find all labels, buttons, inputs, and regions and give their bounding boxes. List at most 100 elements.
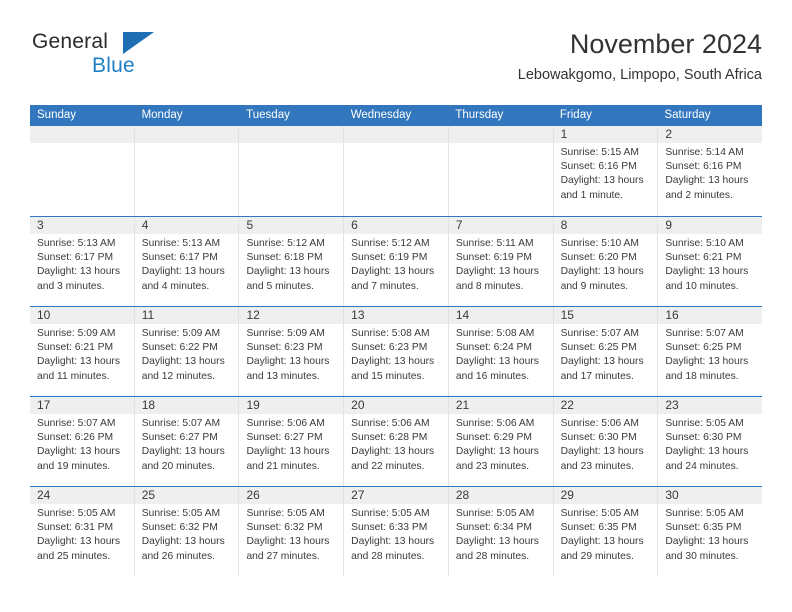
day-number-band	[134, 126, 239, 143]
sun-info-line: Sunrise: 5:07 AM	[665, 328, 744, 339]
sun-info-line: and 24 minutes.	[665, 460, 739, 472]
sun-info-block: Sunrise: 5:07 AM Sunset: 6:27 PM Daylight:…	[135, 414, 239, 474]
calendar-day-cell[interactable]: 27 Sunrise: 5:05 AM Sunset: 6:33 PM Dayligh…	[343, 487, 448, 576]
calendar-day-cell[interactable]: 28 Sunrise: 5:05 AM Sunset: 6:34 PM Dayligh…	[447, 487, 553, 576]
day-number-band: 29	[553, 487, 658, 504]
day-number: 25	[141, 488, 156, 502]
sun-info-line: Sunrise: 5:09 AM	[141, 328, 221, 339]
sun-info-block: Sunrise: 5:11 AM Sunset: 6:19 PM Daylight:…	[449, 234, 553, 294]
sun-info-block: Sunrise: 5:12 AM Sunset: 6:18 PM Daylight:…	[239, 234, 343, 294]
sun-info-line: and 30 minutes.	[665, 550, 739, 562]
calendar-day-cell[interactable]: 3 Sunrise: 5:13 AM Sunset: 6:17 PM Daylight…	[30, 217, 134, 306]
sun-info-block: Sunrise: 5:10 AM Sunset: 6:20 PM Daylight:…	[554, 234, 658, 294]
calendar-day-cell[interactable]: 9 Sunrise: 5:10 AM Sunset: 6:21 PM Daylight…	[657, 217, 763, 306]
sun-info-line: Daylight: 13 hours	[37, 266, 120, 278]
calendar-day-cell[interactable]: 26 Sunrise: 5:05 AM Sunset: 6:32 PM Dayligh…	[238, 487, 344, 576]
sun-info-block: Sunrise: 5:08 AM Sunset: 6:24 PM Daylight:…	[449, 324, 553, 384]
calendar-day-cell[interactable]: 21 Sunrise: 5:06 AM Sunset: 6:29 PM Dayligh…	[447, 397, 553, 486]
sun-info-line: Sunrise: 5:06 AM	[246, 418, 325, 429]
sun-info-line: Sunrise: 5:05 AM	[665, 508, 744, 519]
day-number-band: 21	[448, 397, 553, 414]
sun-info-block: Sunrise: 5:07 AM Sunset: 6:26 PM Daylight:…	[30, 414, 134, 474]
sun-info-block: Sunrise: 5:05 AM Sunset: 6:35 PM Daylight:…	[554, 504, 658, 564]
sun-info-line: and 20 minutes.	[141, 460, 215, 472]
sun-info-line: Sunset: 6:35 PM	[665, 522, 742, 534]
calendar-day-cell[interactable]: 23 Sunrise: 5:05 AM Sunset: 6:30 PM Dayligh…	[657, 397, 763, 486]
sun-info-line: Sunset: 6:27 PM	[141, 432, 218, 444]
sun-info-line: and 23 minutes.	[560, 460, 634, 472]
calendar-day-cell[interactable]: 13 Sunrise: 5:08 AM Sunset: 6:23 PM Dayligh…	[343, 307, 448, 396]
calendar-day-cell[interactable]: 14 Sunrise: 5:08 AM Sunset: 6:24 PM Dayligh…	[447, 307, 553, 396]
calendar-day-cell[interactable]: 7 Sunrise: 5:11 AM Sunset: 6:19 PM Daylight…	[447, 217, 553, 306]
calendar-day-cell[interactable]: 1 Sunrise: 5:15 AM Sunset: 6:16 PM Daylight…	[552, 126, 658, 216]
day-number-band: 13	[344, 307, 448, 324]
sun-info-line: Daylight: 13 hours	[560, 446, 644, 458]
sun-info-line: and 10 minutes.	[665, 280, 739, 292]
sun-info-line: Sunset: 6:32 PM	[246, 522, 323, 534]
calendar-day-cell[interactable]: 12 Sunrise: 5:09 AM Sunset: 6:23 PM Dayligh…	[238, 307, 344, 396]
calendar-day-cell[interactable]: 6 Sunrise: 5:12 AM Sunset: 6:19 PM Daylight…	[343, 217, 448, 306]
calendar-day-cell[interactable]: 8 Sunrise: 5:10 AM Sunset: 6:20 PM Daylight…	[552, 217, 658, 306]
calendar-day-cell[interactable]: 11 Sunrise: 5:09 AM Sunset: 6:22 PM Dayligh…	[133, 307, 239, 396]
day-number-band: 5	[239, 217, 344, 234]
sun-info-block: Sunrise: 5:05 AM Sunset: 6:32 PM Daylight:…	[239, 504, 343, 564]
sun-info-line: Sunset: 6:18 PM	[246, 252, 323, 264]
sun-info-line: Daylight: 13 hours	[351, 266, 435, 278]
sun-info-line: Sunrise: 5:07 AM	[560, 328, 640, 339]
calendar-day-cell[interactable]: 5 Sunrise: 5:12 AM Sunset: 6:18 PM Daylight…	[238, 217, 344, 306]
day-number-band: 10	[30, 307, 134, 324]
calendar-day-cell[interactable]: 24 Sunrise: 5:05 AM Sunset: 6:31 PM Dayligh…	[30, 487, 134, 576]
calendar-day-cell[interactable]: 10 Sunrise: 5:09 AM Sunset: 6:21 PM Dayligh…	[30, 307, 134, 396]
day-number-band	[239, 126, 344, 143]
sun-info-line: Daylight: 13 hours	[560, 536, 644, 548]
sun-info-line: and 18 minutes.	[665, 370, 739, 382]
sun-info-line: Daylight: 13 hours	[560, 266, 644, 278]
calendar-day-cell[interactable]: 25 Sunrise: 5:05 AM Sunset: 6:32 PM Dayligh…	[133, 487, 239, 576]
sun-info-line: Sunrise: 5:12 AM	[246, 238, 325, 249]
day-number-band: 18	[134, 397, 239, 414]
day-number-band: 3	[30, 217, 134, 234]
sun-info-line: Sunset: 6:29 PM	[455, 432, 533, 444]
day-number: 20	[351, 398, 365, 412]
day-number: 3	[37, 218, 44, 232]
sun-info-line: Sunset: 6:20 PM	[560, 252, 637, 264]
sun-info-line: Daylight: 13 hours	[141, 266, 225, 278]
sun-info-line: and 8 minutes.	[455, 280, 524, 292]
calendar-day-cell[interactable]: 29 Sunrise: 5:05 AM Sunset: 6:35 PM Dayligh…	[552, 487, 658, 576]
sun-info-block: Sunrise: 5:09 AM Sunset: 6:22 PM Daylight:…	[135, 324, 239, 384]
calendar-day-cell[interactable]: 30 Sunrise: 5:05 AM Sunset: 6:35 PM Dayligh…	[657, 487, 763, 576]
sun-info-line: and 16 minutes.	[455, 370, 530, 382]
sun-info-block: Sunrise: 5:09 AM Sunset: 6:23 PM Daylight:…	[239, 324, 343, 384]
brand-logo[interactable]: General Blue	[30, 28, 230, 84]
calendar-day-cell[interactable]: 22 Sunrise: 5:06 AM Sunset: 6:30 PM Dayligh…	[552, 397, 658, 486]
sun-info-line: Sunset: 6:35 PM	[560, 522, 637, 534]
calendar-day-cell[interactable]: 17 Sunrise: 5:07 AM Sunset: 6:26 PM Dayligh…	[30, 397, 134, 486]
weekday-header-monday: Monday	[141, 109, 183, 121]
day-number: 15	[560, 308, 574, 322]
sun-info-line: Sunset: 6:30 PM	[560, 432, 637, 444]
day-number-band: 4	[134, 217, 239, 234]
sun-info-line: Sunset: 6:25 PM	[560, 342, 637, 354]
day-number: 7	[455, 218, 463, 232]
calendar-day-cell[interactable]: 15 Sunrise: 5:07 AM Sunset: 6:25 PM Dayligh…	[552, 307, 658, 396]
sun-info-line: Daylight: 13 hours	[351, 446, 435, 458]
calendar-day-cell[interactable]: 18 Sunrise: 5:07 AM Sunset: 6:27 PM Dayligh…	[133, 397, 239, 486]
calendar-day-cell[interactable]: 19 Sunrise: 5:06 AM Sunset: 6:27 PM Dayligh…	[238, 397, 344, 486]
day-number: 24	[37, 488, 51, 502]
page-title: November 2024	[569, 29, 762, 59]
calendar-day-cell-empty	[343, 126, 448, 216]
day-number-band: 11	[134, 307, 239, 324]
day-number: 17	[37, 398, 51, 412]
calendar-day-cell[interactable]: 2 Sunrise: 5:14 AM Sunset: 6:16 PM Daylight…	[657, 126, 763, 216]
sun-info-line: Sunrise: 5:13 AM	[37, 238, 116, 249]
calendar-day-cell[interactable]: 20 Sunrise: 5:06 AM Sunset: 6:28 PM Dayligh…	[343, 397, 448, 486]
sun-info-line: Daylight: 13 hours	[665, 536, 749, 548]
day-number: 9	[665, 218, 672, 232]
calendar-day-cell[interactable]: 4 Sunrise: 5:13 AM Sunset: 6:17 PM Daylight…	[133, 217, 239, 306]
sun-info-line: Sunrise: 5:06 AM	[560, 418, 640, 429]
sun-info-line: Sunrise: 5:11 AM	[455, 238, 534, 249]
day-number: 26	[246, 488, 260, 502]
day-number-band: 28	[448, 487, 553, 504]
calendar-day-cell[interactable]: 16 Sunrise: 5:07 AM Sunset: 6:25 PM Dayligh…	[657, 307, 763, 396]
day-number: 29	[560, 488, 574, 502]
